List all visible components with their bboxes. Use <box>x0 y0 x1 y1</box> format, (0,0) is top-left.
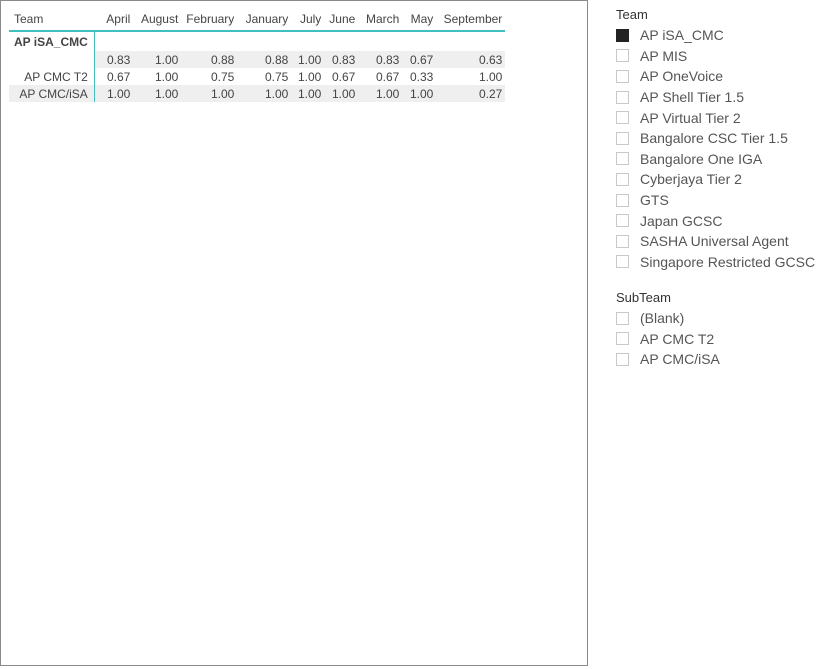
checkbox[interactable] <box>616 193 629 207</box>
table-cell: 0.88 <box>181 51 238 68</box>
table-cell: 0.63 <box>436 51 506 68</box>
table-cell: 0.75 <box>264 69 289 84</box>
column-header-january[interactable]: January <box>237 8 292 32</box>
slicer-item[interactable]: AP CMC/iSA <box>616 349 720 370</box>
slicer-item-label: AP OneVoice <box>640 68 724 85</box>
slicer-item[interactable]: AP Virtual Tier 2 <box>616 107 815 128</box>
table-cell: 1.00 <box>94 85 134 102</box>
table-cell: 1.00 <box>133 85 182 102</box>
row-group-label[interactable]: AP iSA_CMC <box>9 31 95 51</box>
checkbox[interactable] <box>616 214 629 228</box>
subteam-slicer-title: SubTeam <box>616 290 671 305</box>
checkbox[interactable] <box>616 352 629 366</box>
column-header-april[interactable]: April <box>94 8 134 32</box>
column-header-july[interactable]: July <box>291 8 325 32</box>
slicer-item-label: AP CMC/iSA <box>640 351 720 368</box>
slicer-item-label: (Blank) <box>640 310 685 327</box>
checkbox-checked[interactable] <box>616 28 629 42</box>
table-cell: 1.00 <box>154 69 179 84</box>
slicer-item-label: AP iSA_CMC <box>640 27 724 44</box>
column-header-september[interactable]: September <box>436 8 506 32</box>
slicer-item-label: Bangalore CSC Tier 1.5 <box>640 130 788 147</box>
checkbox[interactable] <box>616 69 629 83</box>
checkbox[interactable] <box>616 131 629 145</box>
row-label[interactable] <box>9 51 95 68</box>
checkbox[interactable] <box>616 152 629 166</box>
table-cell: 0.83 <box>358 51 403 68</box>
team-slicer-title: Team <box>616 7 648 22</box>
slicer-item[interactable]: AP Shell Tier 1.5 <box>616 87 815 108</box>
slicer-item[interactable]: Japan GCSC <box>616 210 815 231</box>
column-header-march[interactable]: March <box>358 8 403 32</box>
row-label[interactable]: AP CMC/iSA <box>9 85 95 102</box>
slicer-item[interactable]: AP iSA_CMC <box>616 25 815 46</box>
table-cell: 0.33 <box>409 69 434 84</box>
table-cell: 1.00 <box>297 69 322 84</box>
slicer-item-label: AP CMC T2 <box>640 330 715 347</box>
table-cell: 1.00 <box>478 69 503 84</box>
slicer-item[interactable]: AP MIS <box>616 46 815 67</box>
checkbox[interactable] <box>616 49 629 63</box>
matrix-table: Team April August February January July … <box>9 8 506 102</box>
column-header-may[interactable]: May <box>402 8 437 32</box>
checkbox[interactable] <box>616 90 629 104</box>
slicer-item-label: AP Shell Tier 1.5 <box>640 89 745 106</box>
slicer-item-label: Japan GCSC <box>640 212 723 229</box>
checkbox[interactable] <box>616 172 629 186</box>
slicer-item[interactable]: GTS <box>616 190 815 211</box>
column-header-team[interactable]: Team <box>9 8 95 32</box>
slicer-item[interactable]: AP OneVoice <box>616 66 815 87</box>
slicer-item[interactable]: SASHA Universal Agent <box>616 231 815 252</box>
table-cell: 1.00 <box>133 51 182 68</box>
slicer-item[interactable]: (Blank) <box>616 308 720 329</box>
table-cell: 1.00 <box>324 85 359 102</box>
column-header-february[interactable]: February <box>181 8 238 32</box>
slicer-item[interactable]: AP CMC T2 <box>616 329 720 350</box>
table-cell: 0.67 <box>402 51 437 68</box>
subteam-slicer-list: (Blank) AP CMC T2 AP CMC/iSA <box>616 308 720 370</box>
team-slicer: Team AP iSA_CMC AP MIS AP OneVoice AP Shell… <box>616 7 815 272</box>
column-header-august[interactable]: August <box>133 8 182 32</box>
checkbox[interactable] <box>616 111 629 125</box>
table-cell: 0.75 <box>210 69 235 84</box>
table-cell: 1.00 <box>237 85 292 102</box>
column-header-june[interactable]: June <box>324 8 359 32</box>
checkbox[interactable] <box>616 255 629 269</box>
table-cell: 1.00 <box>181 85 238 102</box>
slicer-item-label: AP Virtual Tier 2 <box>640 109 741 126</box>
table-row: AP CMC T2 0.67 1.00 0.75 0.75 1.00 0.67 … <box>9 68 505 85</box>
slicer-item[interactable]: Cyberjaya Tier 2 <box>616 169 815 190</box>
slicer-item-label: Cyberjaya Tier 2 <box>640 171 742 188</box>
team-slicer-list: AP iSA_CMC AP MIS AP OneVoice AP Shell Tier… <box>616 25 815 272</box>
checkbox[interactable] <box>616 332 629 346</box>
table-row: 0.83 1.00 0.88 0.88 1.00 0.83 0.83 0.67 … <box>9 51 506 68</box>
slicer-item-label: Bangalore One IGA <box>640 150 763 167</box>
slicer-item-label: SASHA Universal Agent <box>640 233 789 250</box>
table-cell: 1.00 <box>358 85 403 102</box>
slicer-item[interactable]: Singapore Restricted GCSC <box>616 252 815 273</box>
table-cell: 1.00 <box>291 85 325 102</box>
slicer-item[interactable]: Bangalore One IGA <box>616 149 815 170</box>
slicer-item-label: AP MIS <box>640 47 688 64</box>
checkbox[interactable] <box>616 234 629 248</box>
table-cell: 0.27 <box>436 85 506 102</box>
checkbox[interactable] <box>616 311 629 325</box>
table-row: AP CMC/iSA 1.00 1.00 1.00 1.00 1.00 1.00… <box>9 85 506 102</box>
table-cell: 1.00 <box>291 51 325 68</box>
table-cell: 0.67 <box>375 69 400 84</box>
matrix-group-row: AP iSA_CMC <box>9 31 505 51</box>
subteam-slicer: SubTeam (Blank) AP CMC T2 AP CMC/iSA <box>616 290 720 370</box>
slicer-item[interactable]: Bangalore CSC Tier 1.5 <box>616 128 815 149</box>
table-cell: 0.83 <box>94 51 134 68</box>
row-label[interactable]: AP CMC T2 <box>9 68 95 85</box>
table-cell: 0.67 <box>106 69 131 84</box>
slicer-item-label: GTS <box>640 192 669 209</box>
table-cell: 1.00 <box>402 85 437 102</box>
table-cell: 0.83 <box>324 51 359 68</box>
slicer-item-label: Singapore Restricted GCSC <box>640 253 816 270</box>
table-cell: 0.67 <box>331 69 356 84</box>
table-cell: 0.88 <box>237 51 292 68</box>
matrix-visual: Team April August February January July … <box>0 0 588 666</box>
matrix-header-row: Team April August February January July … <box>9 8 506 32</box>
